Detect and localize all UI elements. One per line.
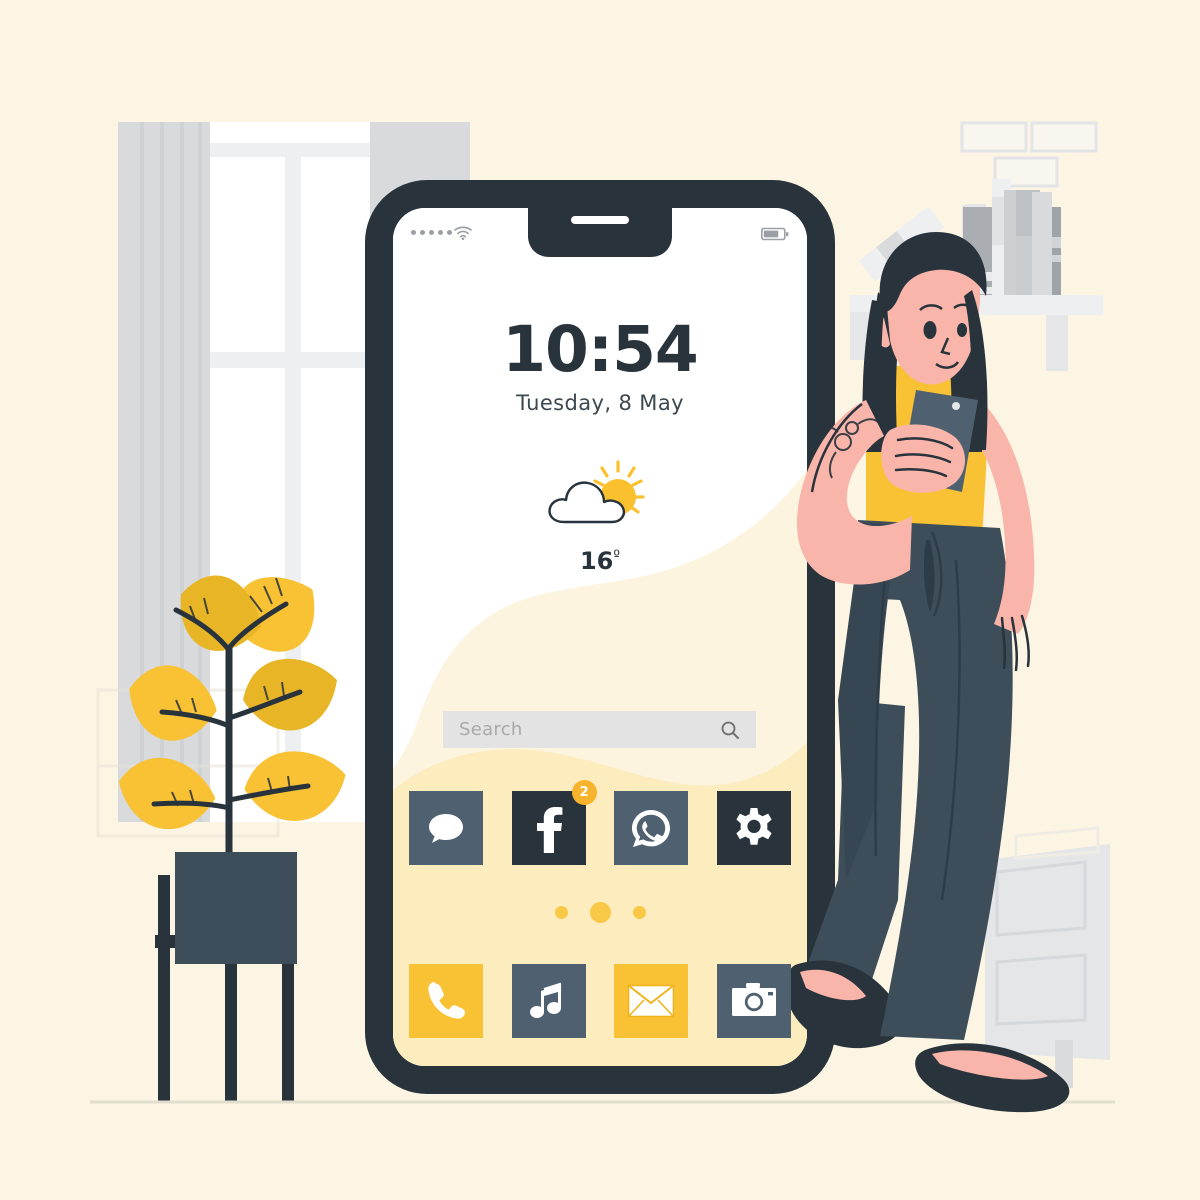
chat-bubble-icon xyxy=(429,814,463,843)
search-icon[interactable] xyxy=(720,720,740,740)
facebook-f-icon xyxy=(536,807,563,853)
page-dot-3[interactable] xyxy=(632,906,646,919)
music-note-icon xyxy=(529,982,561,1018)
app-messages[interactable] xyxy=(409,791,483,865)
phone-handset-icon xyxy=(428,982,465,1019)
search-input[interactable] xyxy=(443,718,720,741)
weather-widget: 16º xyxy=(393,456,807,575)
search-bar[interactable] xyxy=(443,711,756,748)
app-whatsapp[interactable] xyxy=(614,791,689,865)
illustration-scene: 10:54 Tuesday, 8 May 16º Search 2 xyxy=(0,0,1200,1200)
signal-dots-icon xyxy=(411,230,452,235)
weather-temperature: 16º xyxy=(393,547,807,575)
app-facebook[interactable]: 2 xyxy=(511,780,597,865)
app-row-1: 2 xyxy=(409,780,791,865)
clock-date: Tuesday, 8 May xyxy=(516,391,684,415)
app-mail[interactable] xyxy=(614,964,689,1038)
app-settings[interactable] xyxy=(716,791,791,865)
page-dot-1[interactable] xyxy=(554,906,568,919)
clock-time: 10:54 xyxy=(502,313,699,386)
eye-left xyxy=(923,321,937,339)
eye-right xyxy=(957,323,967,337)
page-dot-2-active[interactable] xyxy=(589,902,611,923)
wifi-icon xyxy=(453,225,473,246)
app-camera[interactable] xyxy=(716,964,791,1038)
sun-behind-cloud-icon xyxy=(548,460,645,524)
gear-icon xyxy=(736,808,772,845)
weather-temp-value: 16 xyxy=(579,547,614,575)
status-bar xyxy=(393,221,807,249)
degree-symbol: º xyxy=(613,548,620,564)
whatsapp-icon xyxy=(632,810,671,847)
held-phone-camera xyxy=(952,402,960,410)
app-music[interactable] xyxy=(511,964,586,1038)
camera-icon xyxy=(731,983,776,1016)
page-indicator xyxy=(393,902,807,923)
lockscreen-clock: 10:54 Tuesday, 8 May xyxy=(393,318,807,415)
person xyxy=(786,232,1070,1113)
facebook-badge: 2 xyxy=(571,780,597,805)
envelope-icon xyxy=(628,984,675,1018)
app-phone[interactable] xyxy=(409,964,483,1038)
battery-icon xyxy=(761,227,789,246)
app-row-2 xyxy=(409,964,791,1038)
